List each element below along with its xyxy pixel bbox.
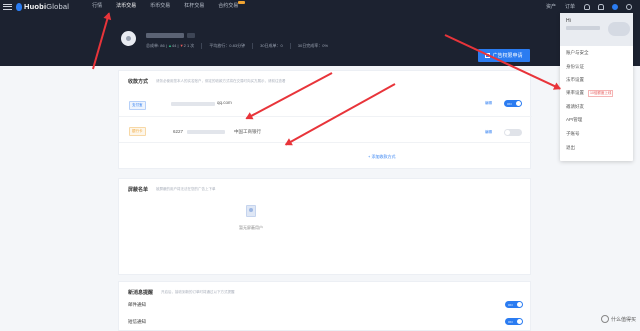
download-icon[interactable] xyxy=(612,3,618,10)
email-notify-toggle[interactable]: ON xyxy=(505,301,523,308)
menu-icon[interactable] xyxy=(3,3,12,10)
menu-item-identity[interactable]: 身份认证 xyxy=(566,64,584,70)
nav-item-spot[interactable]: 币币交易 xyxy=(143,0,177,13)
menu-item-otc-settings[interactable]: 法币设置 xyxy=(566,77,584,83)
payment-methods-card: 收款方式 请务必使用您本人的实名账户，绑定的收款方式将在交易时向买方展示，请前往… xyxy=(118,70,532,169)
stat-month-count: 30日成单：0 xyxy=(252,43,290,49)
nav-item-margin[interactable]: 杠杆交易 xyxy=(177,0,211,13)
payment-row-alipay: 支付宝 qq.com 编辑 ON xyxy=(119,91,532,117)
menu-item-logout[interactable]: 退出 xyxy=(566,145,575,151)
logo[interactable]: HuobiGlobal xyxy=(16,2,69,11)
dropdown-header: Hi xyxy=(560,13,633,46)
bell-icon[interactable] xyxy=(598,3,604,10)
edit-bank-link[interactable]: 编辑 xyxy=(485,130,492,135)
stat-release: 平均放行：0.83分钟 xyxy=(201,43,252,49)
menu-item-invite[interactable]: 邀请好友 xyxy=(566,104,584,110)
sms-notify-toggle[interactable]: ON xyxy=(505,318,523,325)
avatar xyxy=(121,31,136,46)
user-icon[interactable] xyxy=(584,3,590,10)
main-nav: 行情 法币交易 币币交易 杠杆交易 合约交易 xyxy=(85,0,246,13)
greeting: Hi xyxy=(566,18,571,24)
username-row xyxy=(146,33,195,38)
alipay-tag: 支付宝 xyxy=(129,101,146,110)
bank-tag: 银行卡 xyxy=(129,127,146,136)
quota-tip-badge: 10倍额度上线 xyxy=(588,90,614,97)
menu-item-api[interactable]: API管理 xyxy=(566,117,582,123)
header-illustration xyxy=(608,22,630,36)
blacklist-hint: 被屏蔽的用户将无法在您的广告上下单 xyxy=(156,187,216,191)
nav-item-contract-label: 合约交易 xyxy=(218,3,239,9)
email-notify-row: 邮件通知 ON xyxy=(128,301,523,308)
payment-hint: 请务必使用您本人的实名账户，绑定的收款方式将在交易时向买方展示，请前往查看 xyxy=(156,79,286,83)
top-right-actions: 资产 订单 xyxy=(546,0,640,13)
sms-notify-row: 短信通知 ON xyxy=(128,318,523,325)
email-notify-label: 邮件通知 xyxy=(128,301,146,307)
verified-badge xyxy=(187,33,195,38)
blurred-account xyxy=(171,102,215,106)
logo-text: HuobiGlobal xyxy=(24,2,70,11)
notification-card: 新消息提醒 开启后，接收到新的订单时将通过以下方式提醒 邮件通知 ON 短信通知… xyxy=(118,281,531,331)
notify-hint: 开启后，接收到新的订单时将通过以下方式提醒 xyxy=(161,290,235,294)
user-dropdown-menu: Hi 账户与安全 身份认证 法币设置 果率设置 10倍额度上线 邀请好友 API… xyxy=(560,13,633,161)
empty-user-icon xyxy=(246,205,256,217)
menu-item-subaccount[interactable]: 子账号 xyxy=(566,131,580,137)
empty-text: 暂无屏蔽用户 xyxy=(239,225,263,230)
payment-title: 收款方式 xyxy=(128,79,149,85)
edit-alipay-link[interactable]: 编辑 xyxy=(485,101,492,106)
blurred-card-number xyxy=(187,130,225,134)
nav-item-otc[interactable]: 法币交易 xyxy=(109,0,143,13)
notify-title: 新消息提醒 xyxy=(128,290,154,296)
watermark: 什么值得买 xyxy=(600,315,636,323)
blurred-user-id xyxy=(566,26,600,30)
orders-link[interactable]: 订单 xyxy=(565,3,575,10)
menu-item-fee-settings[interactable]: 果率设置 xyxy=(566,90,584,96)
blurred-username xyxy=(146,33,184,38)
huobi-flame-icon xyxy=(16,2,22,11)
watermark-text: 什么值得买 xyxy=(610,316,636,323)
avatar-head-icon xyxy=(126,36,131,41)
bank-toggle[interactable] xyxy=(504,129,522,136)
watermark-logo-icon xyxy=(600,315,609,323)
globe-icon[interactable] xyxy=(626,3,632,10)
alipay-account-suffix: qq.com xyxy=(217,100,232,105)
alipay-toggle[interactable]: ON xyxy=(504,100,522,107)
top-nav-bar: HuobiGlobal 行情 法币交易 币币交易 杠杆交易 合约交易 资产 订单 xyxy=(0,0,640,13)
blacklist-title: 屏蔽名单 xyxy=(128,187,149,193)
trade-stats: 总成单: 86 | ▲44 | ▼2 1 次 平均放行：0.83分钟 30日成单… xyxy=(146,43,335,49)
nav-item-contract[interactable]: 合约交易 xyxy=(211,0,246,13)
add-payment-method-link[interactable]: + 添加收款方式 xyxy=(368,154,395,160)
blacklist-card: 屏蔽名单 被屏蔽的用户将无法在您的广告上下单 暂无屏蔽用户 xyxy=(118,178,531,275)
assets-link[interactable]: 资产 xyxy=(546,3,556,10)
stat-month-rate: 30日完成率：0% xyxy=(289,43,335,49)
stat-total: 总成单: 86 | ▲44 | ▼2 1 次 xyxy=(146,43,195,48)
bank-card-prefix: 6227 xyxy=(173,129,184,134)
new-badge xyxy=(238,1,246,4)
bank-name: 中国工商银行 xyxy=(234,129,261,134)
menu-item-account-security[interactable]: 账户与安全 xyxy=(566,50,589,56)
sms-notify-label: 短信通知 xyxy=(128,318,146,324)
